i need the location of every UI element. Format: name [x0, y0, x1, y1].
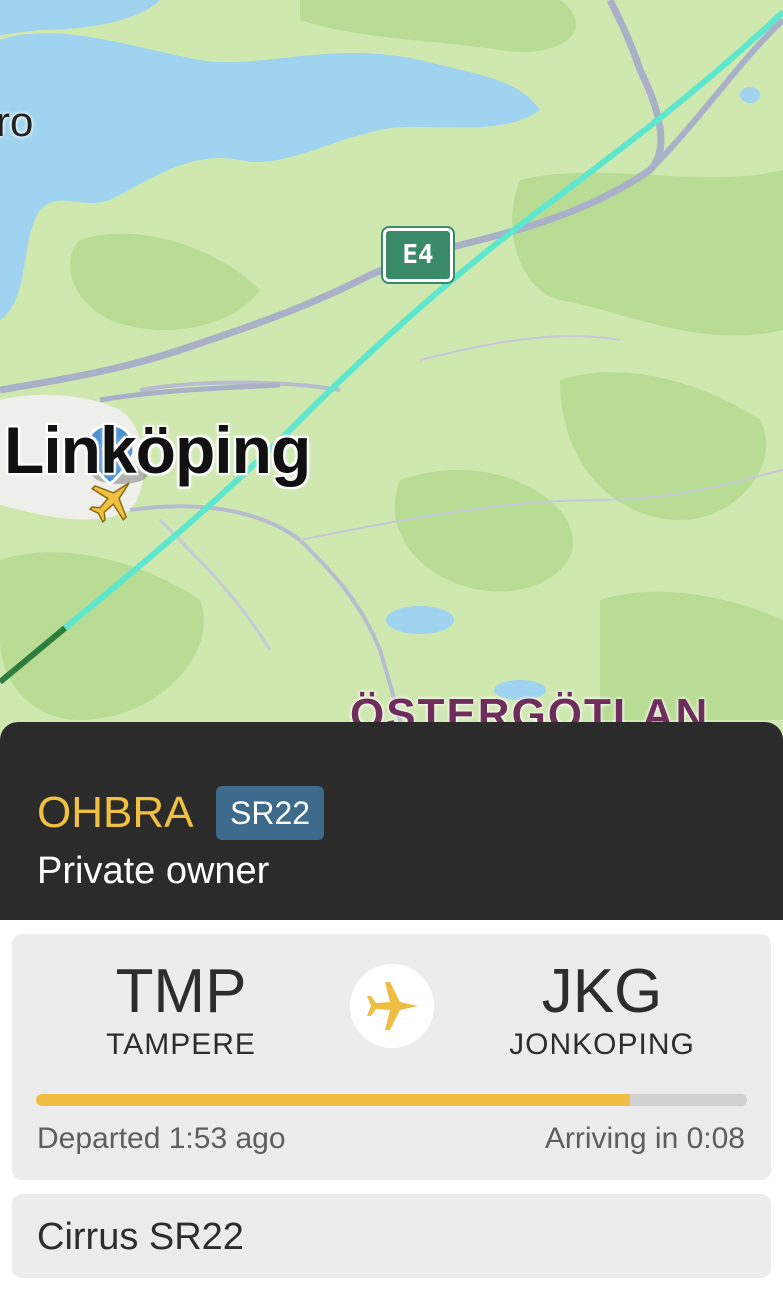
flight-progress-bar [36, 1094, 747, 1106]
highway-branch [647, 17, 783, 173]
minor-road [419, 335, 621, 361]
highway-branch [99, 382, 281, 403]
flight-header[interactable]: OHBRA SR22 Private owner [0, 722, 783, 920]
destination-code: JKG [541, 957, 663, 1026]
city-label-linkoping[interactable]: Linköping [4, 412, 311, 488]
flight-info-sheet[interactable]: OHBRA SR22 Private owner TMP TAMPERE JKG… [0, 722, 783, 1289]
forest-patch [512, 170, 783, 336]
forest-patch [560, 372, 767, 520]
origin-city: TAMPERE [106, 1028, 256, 1061]
small-lake [740, 87, 760, 103]
arriving-time: Arriving in 0:08 [544, 1122, 745, 1155]
forest-patch [0, 552, 204, 720]
departed-time: Departed 1:53 ago [37, 1122, 286, 1155]
flight-callsign: OHBRA [37, 788, 194, 837]
forest-patch [70, 233, 260, 330]
route-card[interactable]: TMP TAMPERE JKG JONKOPING Departed 1:53 … [12, 934, 771, 1180]
origin-code: TMP [115, 957, 247, 1026]
city-label-partial: ro [0, 98, 34, 145]
map-canvas [0, 0, 783, 760]
operator-name: Private owner [37, 850, 270, 892]
flight-progress-fill [36, 1094, 630, 1106]
aircraft-type-badge: SR22 [216, 786, 325, 840]
lake-water-2 [0, 0, 160, 35]
aircraft-model: Cirrus SR22 [37, 1216, 244, 1258]
airplane-icon [367, 982, 418, 1030]
aircraft-card[interactable]: Cirrus SR22 [12, 1194, 771, 1278]
road-shield-e4: E4 [381, 226, 455, 284]
route-plane-badge [350, 964, 434, 1048]
destination-city: JONKOPING [509, 1028, 695, 1061]
forest-patch [394, 470, 573, 592]
small-lake [386, 606, 454, 634]
forest-patch [300, 0, 577, 52]
map-view[interactable]: ro Linköping E4 ÖSTERGÖTLAN [0, 0, 783, 760]
